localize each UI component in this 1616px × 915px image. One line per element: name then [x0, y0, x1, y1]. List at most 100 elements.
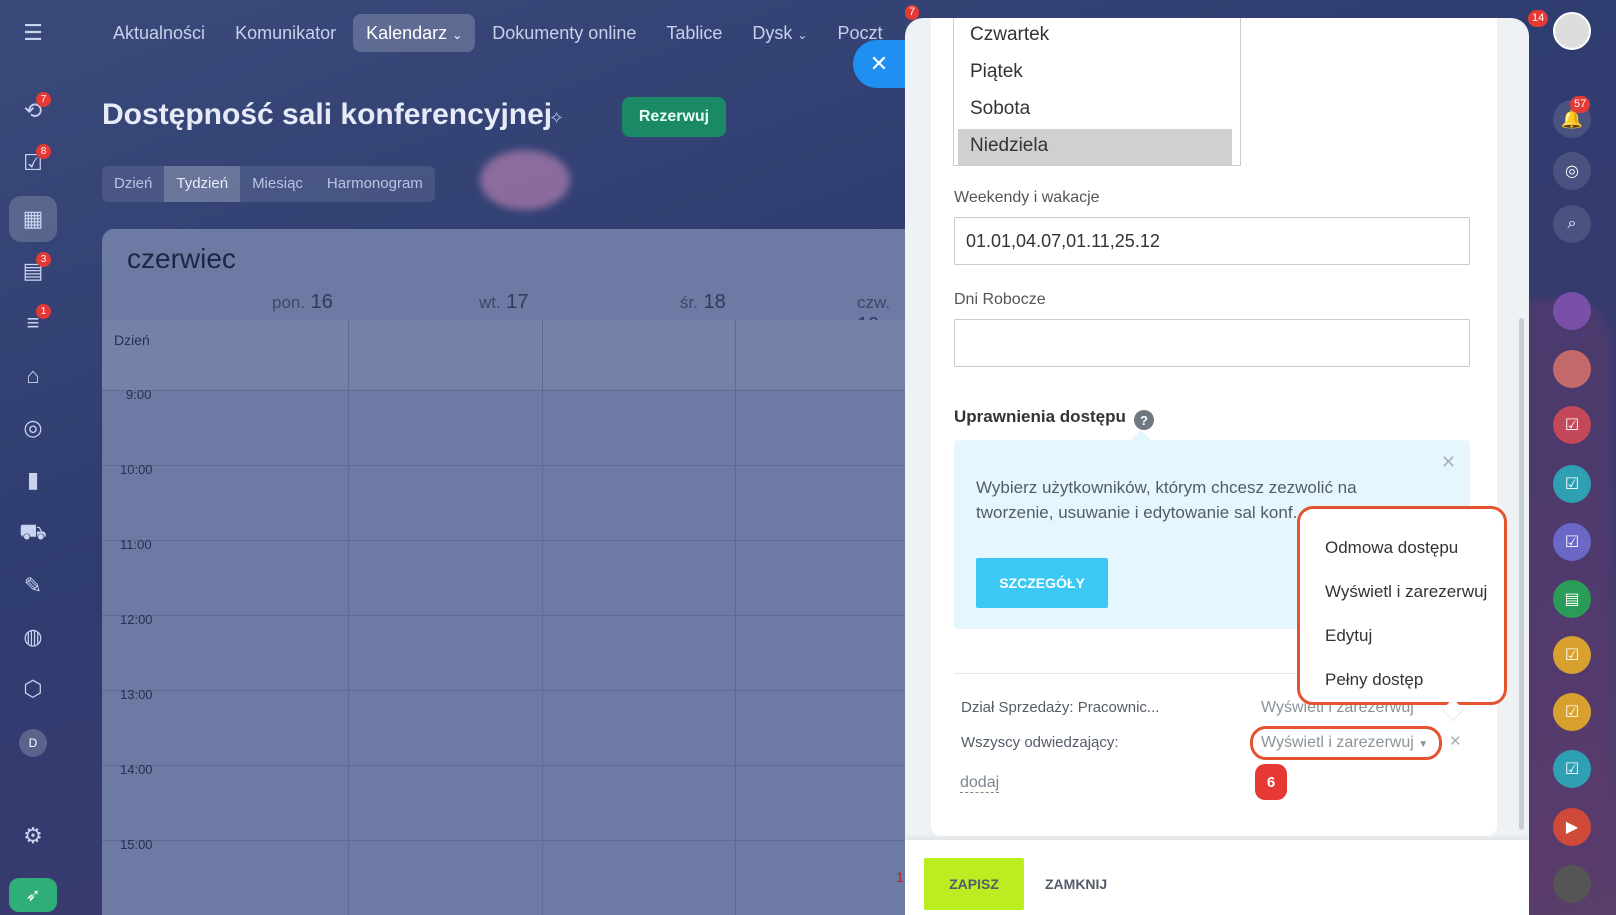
- top-nav: Aktualności Komunikator Kalendarz ⌄ Doku…: [100, 14, 896, 52]
- day-num: 16: [310, 291, 333, 313]
- menu-item-view-book[interactable]: Wyświetl i zarezerwuj: [1325, 582, 1487, 602]
- sign-icon[interactable]: ✎: [9, 563, 57, 609]
- weekday-option[interactable]: Czwartek: [954, 18, 1240, 55]
- close-button[interactable]: ZAMKNIJ: [1045, 876, 1107, 892]
- details-button[interactable]: SZCZEGÓŁY: [976, 558, 1108, 608]
- save-button[interactable]: ZAPISZ: [924, 858, 1024, 910]
- robot-icon[interactable]: ◍: [9, 614, 57, 660]
- tasks-badge: 8: [36, 144, 51, 159]
- menu-item-deny[interactable]: Odmowa dostępu: [1325, 538, 1458, 558]
- step-badge: 6: [1255, 764, 1287, 800]
- day-name: pon.: [272, 293, 306, 312]
- feed-icon[interactable]: ⟲ 7: [9, 88, 57, 134]
- day-header-tue[interactable]: wt. 17: [479, 291, 529, 314]
- divider: [102, 540, 912, 541]
- task-chat-icon[interactable]: ☑: [1553, 465, 1591, 503]
- menu-item-edit[interactable]: Edytuj: [1325, 626, 1372, 646]
- user-avatar[interactable]: [1553, 12, 1591, 50]
- weekday-listbox[interactable]: Czwartek Piątek Sobota Niedziela: [953, 18, 1241, 166]
- nav-kalendarz-label: Kalendarz: [366, 23, 448, 43]
- nav-tablice[interactable]: Tablice: [653, 14, 735, 52]
- workdays-label: Dni Robocze: [954, 291, 1046, 308]
- time-label: 15:00: [120, 837, 153, 852]
- analytics-icon[interactable]: ▮: [9, 457, 57, 503]
- counter-badge: 14: [1528, 10, 1549, 27]
- search-icon[interactable]: ⌕: [1553, 205, 1591, 243]
- pipeline-badge: 1: [36, 304, 51, 319]
- rocket-icon[interactable]: ➶: [9, 878, 57, 912]
- nav-dokumenty[interactable]: Dokumenty online: [479, 14, 649, 52]
- remove-icon[interactable]: ✕: [1449, 732, 1462, 750]
- divider: [102, 390, 912, 391]
- tab-week[interactable]: Tydzień: [164, 166, 241, 202]
- highlight-outline: [1250, 726, 1442, 760]
- nav-aktualnosci[interactable]: Aktualności: [100, 14, 218, 52]
- task-chat-icon[interactable]: ☑: [1553, 693, 1591, 731]
- copilot-icon[interactable]: ◎: [1553, 152, 1591, 190]
- close-icon[interactable]: ✕: [1441, 452, 1456, 473]
- chevron-down-icon: ⌄: [797, 28, 808, 42]
- left-sidebar: ☰ ⟲ 7 ☑ 8 ▦ ▤ 3 ≡ 1 ⌂ ◎ ▮ ⛟ ✎ ◍ ⬡ D ⚙ ➶: [0, 0, 66, 915]
- day-num: 18: [703, 291, 726, 313]
- divider: [102, 690, 912, 691]
- weekday-option[interactable]: Sobota: [954, 92, 1240, 129]
- task-chat-icon[interactable]: ☑: [1553, 636, 1591, 674]
- time-label: 14:00: [120, 762, 153, 777]
- scrollbar[interactable]: [1519, 18, 1525, 830]
- crm-badge: 3: [36, 252, 51, 267]
- tasks-icon[interactable]: ☑ 8: [9, 140, 57, 186]
- target-icon[interactable]: ◎: [9, 405, 57, 451]
- menu-icon[interactable]: ☰: [9, 10, 57, 56]
- help-icon[interactable]: ?: [1134, 410, 1154, 430]
- scrollbar-thumb[interactable]: [1519, 318, 1524, 830]
- tab-month[interactable]: Miesiąc: [240, 166, 315, 202]
- tab-schedule[interactable]: Harmonogram: [315, 166, 435, 202]
- video-icon[interactable]: ▶: [1553, 808, 1591, 846]
- divider: [102, 615, 912, 616]
- weekday-option-selected[interactable]: Niedziela: [958, 129, 1232, 165]
- contact-avatar[interactable]: [1553, 350, 1591, 388]
- overflow-mark: 1: [896, 869, 904, 885]
- month-label: czerwiec: [127, 243, 236, 274]
- nav-dysk[interactable]: Dysk ⌄: [739, 14, 820, 52]
- pipeline-icon[interactable]: ≡ 1: [9, 300, 57, 346]
- allday-label: Dzień: [114, 332, 150, 348]
- settings-icon[interactable]: ⚙: [9, 813, 57, 859]
- store-icon[interactable]: ⌂: [9, 353, 57, 399]
- day-name: czw.: [857, 293, 891, 312]
- document-icon[interactable]: ▤: [1553, 580, 1591, 618]
- box-icon[interactable]: ⬡: [9, 666, 57, 712]
- book-button[interactable]: Rezerwuj: [622, 97, 726, 137]
- contact-avatar[interactable]: [1553, 292, 1591, 330]
- weekday-option[interactable]: Piątek: [954, 55, 1240, 92]
- tab-day[interactable]: Dzień: [102, 166, 164, 202]
- add-link[interactable]: dodaj: [960, 774, 1000, 793]
- divider: [735, 320, 736, 915]
- menu-item-full[interactable]: Pełny dostęp: [1325, 670, 1423, 690]
- crm-icon[interactable]: ▤ 3: [9, 248, 57, 294]
- task-chat-icon[interactable]: ☑: [1553, 750, 1591, 788]
- nav-kalendarz[interactable]: Kalendarz ⌄: [353, 14, 476, 52]
- calendar-icon[interactable]: ▦: [9, 196, 57, 242]
- close-icon: ✕: [869, 51, 889, 76]
- divider: [348, 320, 349, 915]
- cart-icon[interactable]: ⛟: [9, 510, 57, 556]
- task-chat-icon[interactable]: ☑: [1553, 406, 1591, 444]
- divider: [102, 465, 912, 466]
- weekend-field[interactable]: 01.01,04.07,01.11,25.12: [954, 217, 1470, 265]
- nav-komunikator[interactable]: Komunikator: [222, 14, 349, 52]
- workdays-field[interactable]: [954, 319, 1470, 367]
- pin-icon[interactable]: ✧: [549, 108, 564, 129]
- calendar-grid: czerwiec pon. 16 wt. 17 śr. 18 czw. 19 D…: [102, 229, 912, 915]
- close-slider-button[interactable]: ✕: [853, 40, 905, 88]
- allday-row[interactable]: [102, 320, 912, 390]
- task-chat-icon[interactable]: ☑: [1553, 523, 1591, 561]
- day-header-mon[interactable]: pon. 16: [272, 291, 333, 314]
- user-avatar[interactable]: D: [9, 720, 57, 766]
- day-header-wed[interactable]: śr. 18: [680, 291, 726, 314]
- right-sidebar: 14 🔔 57 ◎ ⌕ ☑ ☑ ☑ ▤ ☑ ☑ ☑ ▶: [1528, 0, 1616, 915]
- contact-avatar[interactable]: [1553, 865, 1591, 903]
- divider: [542, 320, 543, 915]
- view-tabs: Dzień Tydzień Miesiąc Harmonogram: [102, 166, 435, 202]
- time-label: 10:00: [120, 462, 153, 477]
